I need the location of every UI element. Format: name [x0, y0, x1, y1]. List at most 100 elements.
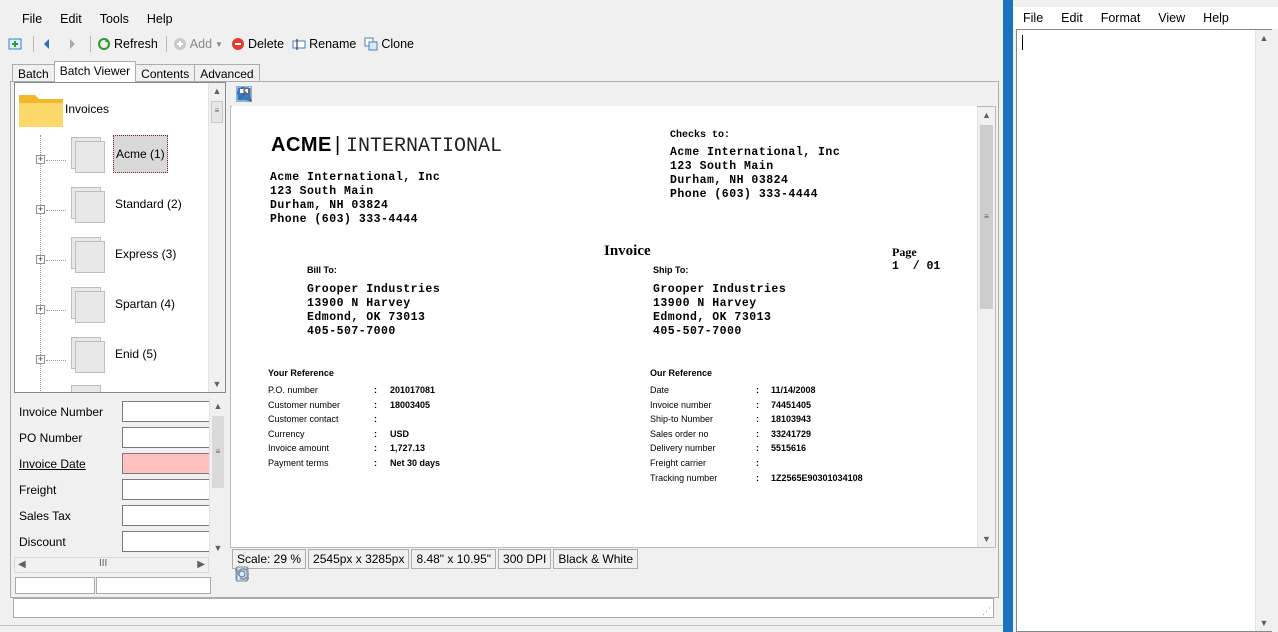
fields-hscrollbar[interactable]: ◀ III ▶	[14, 557, 209, 573]
scroll-up-icon[interactable]: ▲	[210, 398, 226, 414]
company-address: Acme International, Inc 123 South Main D…	[270, 171, 440, 227]
clone-label: Clone	[381, 37, 415, 51]
scroll-up-icon[interactable]: ▲	[209, 83, 225, 99]
notepad-menu-file[interactable]: File	[1014, 11, 1052, 25]
bill-to-label: Bill To:	[307, 265, 337, 275]
ref-value: 1,727.13	[390, 443, 426, 454]
add-button[interactable]: Add ▼	[173, 37, 223, 51]
status-pixels: 2545px x 3285px	[308, 549, 410, 569]
rename-icon	[292, 39, 306, 50]
ref-key: Invoice number	[650, 399, 712, 410]
forward-button[interactable]	[65, 37, 82, 51]
menu-tools[interactable]: Tools	[91, 12, 138, 26]
tree-item-label: Enid (5)	[115, 347, 158, 361]
tab-batch-viewer[interactable]: Batch Viewer	[53, 61, 137, 82]
menu-edit[interactable]: Edit	[51, 12, 91, 26]
delete-button[interactable]: Delete	[231, 37, 284, 51]
checks-to-address: Acme International, Inc 123 South Main D…	[670, 146, 840, 202]
ref-key: Date	[650, 385, 670, 395]
scroll-up-icon[interactable]: ▲	[1256, 30, 1272, 46]
notepad-menu-format[interactable]: Format	[1092, 11, 1150, 25]
clone-button[interactable]: Clone	[364, 37, 414, 51]
notepad-menu-edit[interactable]: Edit	[1052, 11, 1092, 25]
scroll-thumb[interactable]: ≡	[211, 101, 223, 123]
refresh-label: Refresh	[114, 37, 158, 51]
checks-to-line: Durham, NH 03824	[670, 174, 789, 187]
viewer-toolbar	[232, 82, 996, 106]
notepad-menu-help[interactable]: Help	[1194, 11, 1238, 25]
arrow-right-icon	[70, 39, 75, 49]
ref-value: 18103943	[771, 414, 812, 425]
sales-tax-input[interactable]	[122, 505, 212, 526]
tab-advanced[interactable]: Advanced	[194, 64, 260, 82]
scroll-left-icon[interactable]: ◀	[18, 559, 26, 570]
po-number-input[interactable]	[122, 427, 212, 448]
tree-item-spartan[interactable]: + Spartan (4)	[15, 285, 175, 323]
your-reference-label: Your Reference	[268, 368, 334, 378]
scroll-down-icon[interactable]: ▼	[1256, 615, 1272, 631]
notepad-menu-bar: File Edit Format View Help	[1013, 7, 1278, 29]
tree-root[interactable]: Invoices	[17, 89, 109, 129]
expand-icon[interactable]: +	[36, 205, 45, 214]
tree-item-standard[interactable]: + Standard (2)	[15, 185, 182, 223]
field-label: Freight	[19, 482, 57, 497]
expand-icon[interactable]: +	[36, 255, 45, 264]
ref-key: Delivery number	[650, 443, 716, 454]
document-stack-icon	[67, 285, 107, 323]
notepad-text-area[interactable]: ▲ ▼	[1016, 29, 1272, 632]
tree-item-acme[interactable]: + Acme (1)	[15, 135, 168, 173]
menu-help[interactable]: Help	[138, 12, 182, 26]
scroll-thumb[interactable]: ≡	[980, 125, 993, 309]
ship-to-line: 13900 N Harvey	[653, 297, 757, 310]
tab-contents[interactable]: Contents	[135, 64, 196, 82]
toolbar: Refresh Add ▼ Delete Rename Clone	[0, 32, 1003, 56]
scroll-down-icon[interactable]: ▼	[978, 531, 995, 547]
expand-icon[interactable]: +	[36, 305, 45, 314]
back-button[interactable]	[40, 37, 57, 51]
freight-input[interactable]	[122, 479, 212, 500]
delete-label: Delete	[247, 37, 285, 51]
scroll-thumb[interactable]: ≡	[212, 416, 224, 488]
tree-item-label: Spartan (4)	[115, 297, 176, 311]
settings-tools-icon[interactable]	[236, 86, 252, 102]
ref-value: 201017081	[390, 385, 436, 395]
expand-icon[interactable]: +	[36, 155, 45, 164]
refresh-button[interactable]: Refresh	[97, 37, 158, 51]
notepad-scrollbar[interactable]: ▲ ▼	[1255, 30, 1272, 631]
tree-scrollbar[interactable]: ▲ ≡ ▼	[208, 83, 225, 392]
invoice-date-input[interactable]	[122, 453, 212, 474]
menu-file[interactable]: File	[13, 12, 51, 26]
resize-grip-icon[interactable]: ⋰	[982, 606, 991, 617]
rename-button[interactable]: Rename	[292, 37, 356, 51]
field-freight: Freight	[19, 479, 212, 500]
notepad-menu-view[interactable]: View	[1149, 11, 1194, 25]
checks-to-line: Acme International, Inc	[670, 146, 841, 159]
field-label: Invoice Number	[19, 404, 104, 419]
undo-icon[interactable]	[234, 566, 250, 582]
fields-scrollbar[interactable]: ▲ ≡ ▼	[209, 398, 226, 556]
ref-value: 1Z2565E90301034108	[771, 472, 863, 483]
status-dpi: 300 DPI	[498, 549, 552, 569]
scroll-up-icon[interactable]: ▲	[978, 107, 995, 123]
tab-batch[interactable]: Batch	[12, 64, 55, 82]
discount-input[interactable]	[122, 531, 212, 552]
ref-key: P.O. number	[268, 385, 318, 395]
tree-toggle-button[interactable]	[8, 37, 25, 51]
scroll-right-icon[interactable]: ▶	[197, 559, 205, 570]
expand-icon[interactable]: +	[36, 355, 45, 364]
scroll-down-icon[interactable]: ▼	[210, 540, 226, 556]
logo-international: INTERNATIONAL	[346, 135, 503, 158]
company-line: 123 South Main	[270, 185, 374, 198]
scroll-grip-icon: III	[99, 558, 108, 569]
field-invoice-date: Invoice Date	[19, 453, 212, 474]
bill-to-line: Grooper Industries	[307, 283, 441, 296]
our-reference-table: Date:11/14/2008 Invoice number:74451405 …	[650, 383, 863, 485]
viewer-scrollbar[interactable]: ▲ ≡ ▼	[977, 107, 995, 547]
tree-root-label: Invoices	[65, 102, 110, 116]
tree-item-label: Express (3)	[115, 247, 177, 261]
tree-item-express[interactable]: + Express (3)	[15, 235, 176, 273]
scroll-down-icon[interactable]: ▼	[209, 376, 225, 392]
grooper-window: File Edit Tools Help Refresh Add ▼ Delet…	[0, 0, 1003, 632]
invoice-number-input[interactable]	[122, 401, 212, 422]
tree-item-enid[interactable]: + Enid (5)	[15, 335, 157, 373]
